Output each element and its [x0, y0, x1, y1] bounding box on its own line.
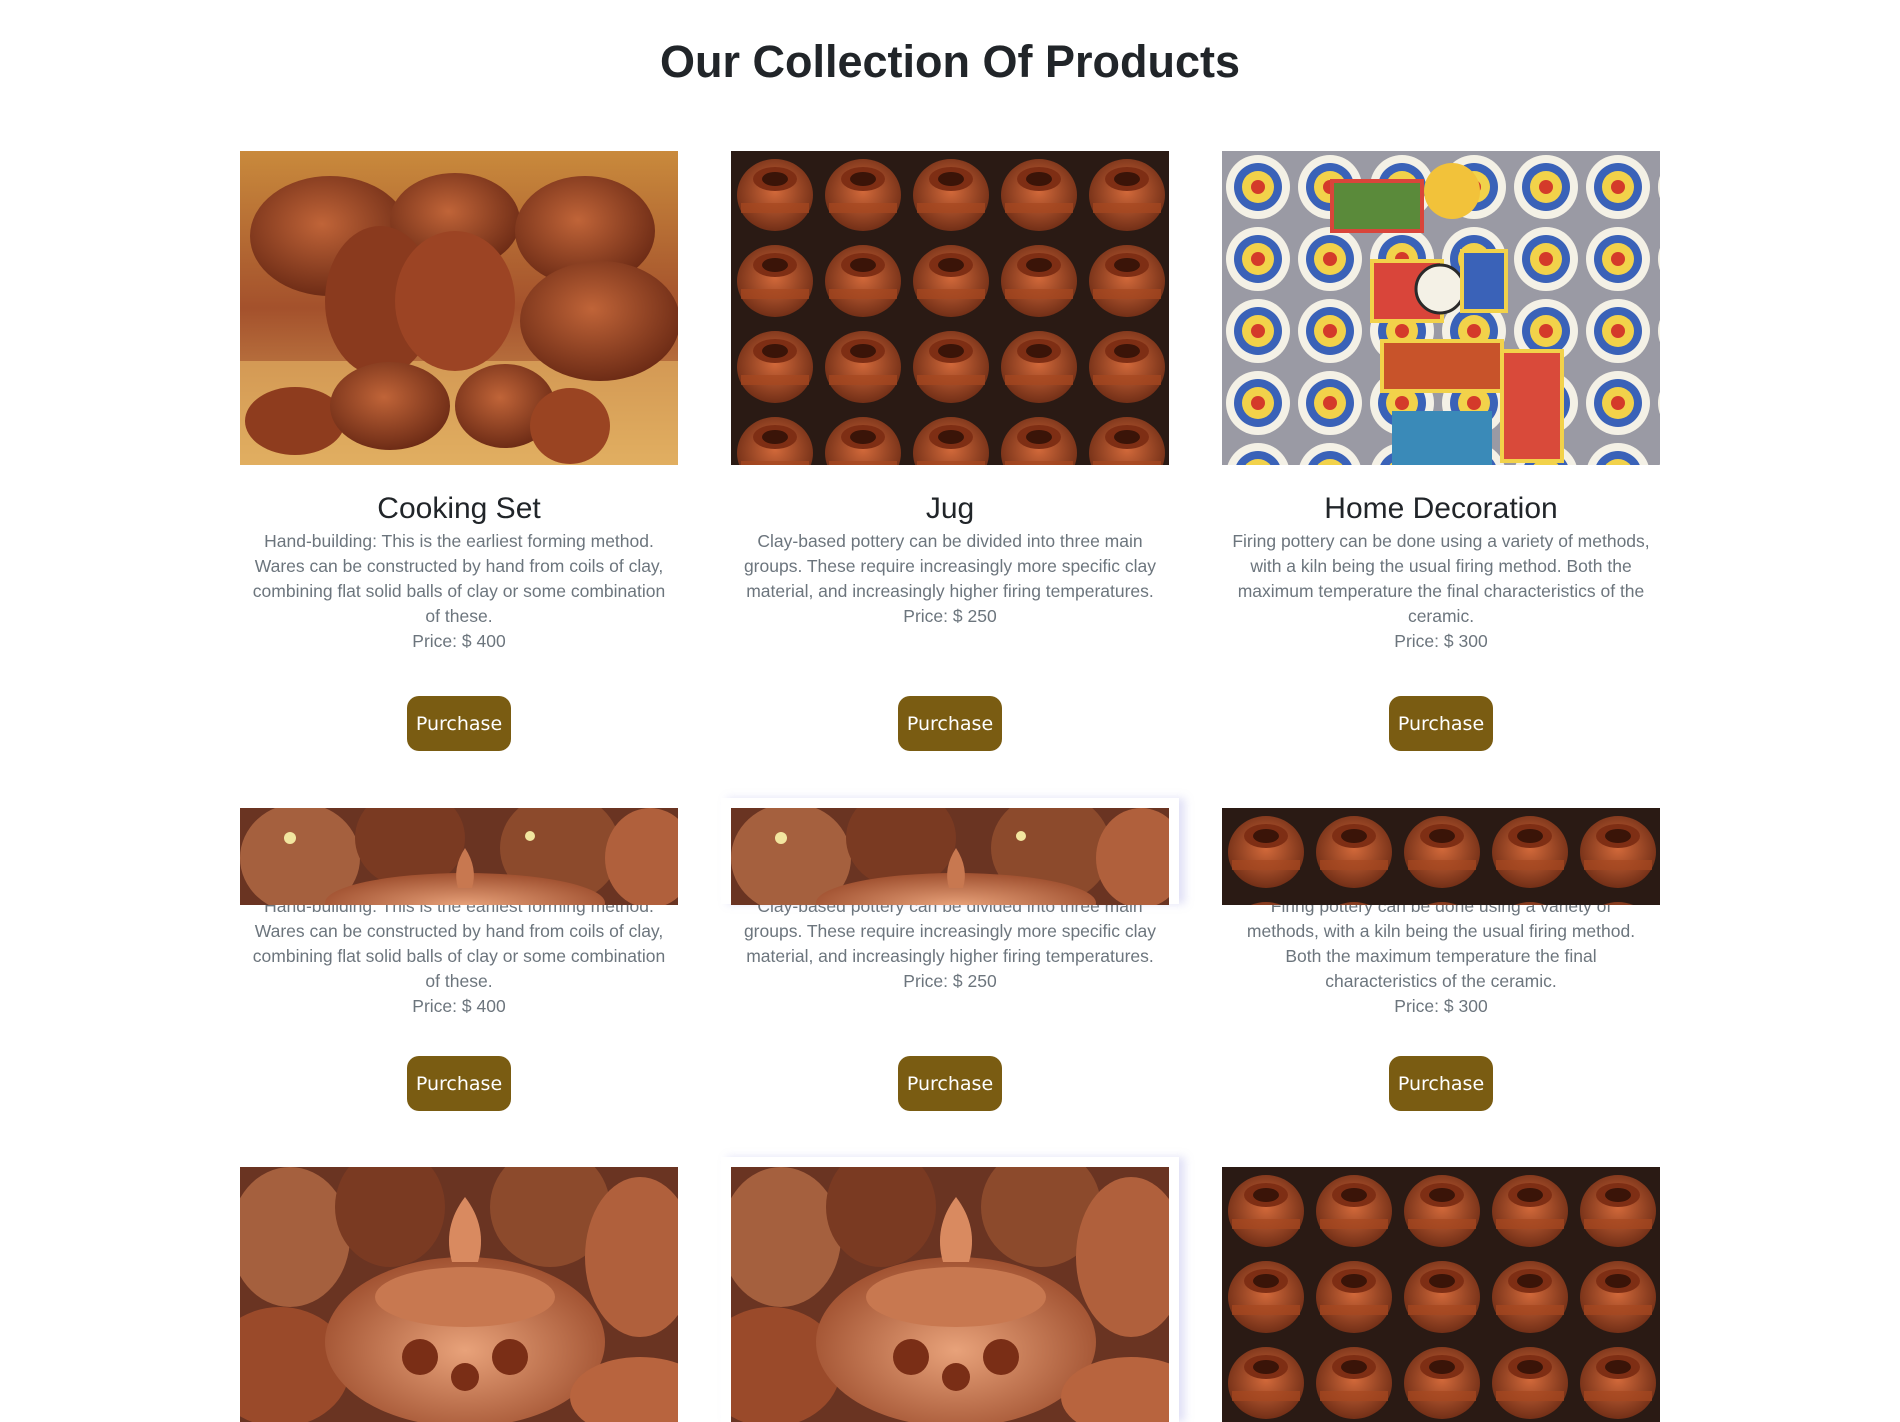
product-description: Wares can be constructed by hand from co… — [252, 921, 666, 991]
product-description: Hand-building: This is the earliest form… — [252, 531, 666, 626]
product-description: methods, with a kiln being the usual fir… — [1246, 921, 1636, 991]
product-title: Cooking Set — [377, 492, 541, 525]
product-image — [731, 808, 1169, 905]
product-image — [240, 1167, 678, 1422]
purchase-button[interactable]: Purchase — [898, 696, 1002, 751]
product-card — [240, 1167, 678, 1422]
product-description: Clay-based pottery can be divided into t… — [743, 531, 1157, 601]
product-card — [731, 1167, 1169, 1422]
purchase-button[interactable]: Purchase — [1389, 696, 1493, 751]
product-price: Price: $ 300 — [1394, 631, 1488, 651]
product-image — [1222, 151, 1660, 465]
product-card: Hand-building: This is the earliest form… — [240, 808, 678, 1118]
product-price: Price: $ 250 — [903, 971, 997, 991]
product-description: groups. These require increasingly more … — [743, 921, 1157, 966]
product-card: Clay-based pottery can be divided into t… — [731, 808, 1169, 1118]
purchase-button[interactable]: Purchase — [1389, 1056, 1493, 1111]
product-image — [240, 151, 678, 465]
product-image — [240, 808, 678, 905]
page-title: Our Collection Of Products — [659, 36, 1241, 87]
product-description: Firing pottery can be done using a varie… — [1232, 531, 1650, 626]
product-title: Jug — [925, 492, 975, 525]
purchase-button[interactable]: Purchase — [407, 696, 511, 751]
product-price: Price: $ 400 — [412, 996, 506, 1016]
product-price: Price: $ 250 — [903, 606, 997, 626]
product-card — [1222, 1167, 1660, 1422]
product-title: Home Decoration — [1324, 492, 1558, 525]
product-price: Price: $ 400 — [412, 631, 506, 651]
product-image — [731, 151, 1169, 465]
product-card-cooking-set: Cooking Set Hand-building: This is the e… — [240, 151, 678, 751]
product-price: Price: $ 300 — [1394, 996, 1488, 1016]
product-image — [1222, 808, 1660, 905]
purchase-button[interactable]: Purchase — [898, 1056, 1002, 1111]
product-card-jug: Jug Clay-based pottery can be divided in… — [731, 151, 1169, 751]
product-image — [1222, 1167, 1660, 1422]
purchase-button[interactable]: Purchase — [407, 1056, 511, 1111]
product-card-home-decoration: Home Decoration Firing pottery can be do… — [1222, 151, 1660, 751]
product-image — [731, 1167, 1169, 1422]
product-card: Firing pottery can be done using a varie… — [1222, 808, 1660, 1118]
